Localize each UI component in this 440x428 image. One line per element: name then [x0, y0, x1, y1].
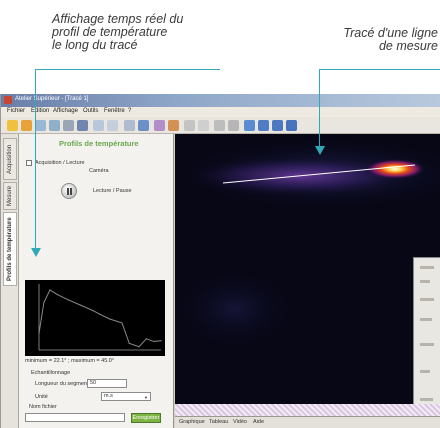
profile-point	[38, 332, 40, 335]
side-tab-strip: Acquisition Mesure Profils de températur…	[1, 134, 19, 428]
profile-point	[92, 309, 94, 311]
right-arrow-icon	[315, 146, 325, 155]
segment-length-input[interactable]: 50	[87, 379, 127, 388]
right-leader-vertical	[319, 69, 320, 147]
tab-graph[interactable]: Graphique	[179, 419, 205, 425]
app-icon	[4, 96, 12, 104]
profile-point	[56, 293, 58, 296]
min-max-readout: minimum = 22.1° ; maximum = 45.0°	[25, 358, 115, 364]
caption-line: de mesure	[378, 39, 438, 53]
right-leader-horizontal	[319, 69, 440, 70]
profile-point	[160, 340, 162, 342]
temperature-profile-panel: Acquisition Mesure Profils de températur…	[1, 134, 174, 428]
unit-select-value: m.s	[104, 393, 113, 399]
menu-tools[interactable]: Outils	[83, 108, 98, 114]
background-glow	[175, 269, 295, 349]
crosshair-icon[interactable]	[107, 120, 118, 131]
split-view-icon[interactable]	[286, 120, 297, 131]
sampling-heading: Echantillonnage	[31, 370, 71, 376]
left-arrow-icon	[31, 248, 41, 257]
profile-point	[128, 342, 130, 344]
temperature-profile-plot	[25, 280, 165, 356]
profile-series-line	[38, 289, 162, 348]
brush-icon[interactable]	[168, 120, 179, 131]
profile-point	[79, 304, 82, 306]
measure-icon[interactable]	[184, 120, 195, 131]
panel-title: Profils de température	[59, 139, 139, 148]
application-window: Atelier Supérieur - [Tracé 1] Fichier Ed…	[0, 94, 440, 428]
acquisition-checkbox[interactable]	[26, 160, 32, 166]
secondary-dialog[interactable]	[413, 257, 440, 421]
camera-label: Caméra	[89, 168, 109, 174]
line-tool-icon[interactable]	[198, 120, 209, 131]
layout-icon[interactable]	[272, 120, 283, 131]
tab-help[interactable]: Aide	[253, 419, 264, 425]
profile-point	[67, 299, 69, 301]
thermal-image-view[interactable]	[175, 134, 440, 404]
tab-table[interactable]: Tableau	[209, 419, 228, 425]
settings-icon[interactable]	[21, 120, 32, 131]
profile-point	[145, 338, 147, 340]
toolbar	[1, 117, 440, 134]
tab-temperature-profiles[interactable]: Profils de température	[3, 212, 17, 286]
profile-point	[121, 322, 123, 324]
title-bar: Atelier Supérieur - [Tracé 1]	[1, 94, 440, 107]
caption-realtime-profile: Affichage temps réel du profil de tempér…	[52, 13, 252, 52]
profile-point	[109, 318, 111, 320]
play-pause-label: Lecture / Pause	[93, 188, 132, 194]
monitor-icon[interactable]	[244, 120, 255, 131]
menu-view[interactable]: Affichage	[53, 108, 78, 114]
rotate-icon[interactable]	[214, 120, 225, 131]
palette-icon[interactable]	[154, 120, 165, 131]
profile-point	[43, 301, 45, 304]
select-icon[interactable]	[138, 120, 149, 131]
window-icon[interactable]	[258, 120, 269, 131]
profile-point	[99, 313, 101, 315]
thermal-image-svg	[175, 134, 440, 404]
menu-help[interactable]: ?	[128, 108, 131, 114]
caption-measure-line: Tracé d'une ligne de mesure	[278, 27, 438, 53]
menu-edit[interactable]: Edition	[31, 108, 49, 114]
caption-line: le long du tracé	[52, 38, 138, 52]
open-folder-icon[interactable]	[7, 120, 18, 131]
acquisition-label: Acquisition / Lecture	[35, 160, 85, 166]
play-pause-button[interactable]	[61, 183, 77, 199]
tab-acquisition[interactable]: Acquisition	[3, 138, 17, 180]
save-icon[interactable]	[35, 120, 46, 131]
unit-label: Unité	[35, 394, 48, 400]
zoom-fit-icon[interactable]	[124, 120, 135, 131]
tab-measure[interactable]: Mesure	[3, 182, 17, 210]
save-button[interactable]: Enregistrer	[131, 413, 161, 423]
status-area	[175, 404, 440, 416]
record-icon[interactable]	[63, 120, 74, 131]
left-leader-vertical	[35, 69, 36, 249]
camera-icon[interactable]	[49, 120, 60, 131]
menu-file[interactable]: Fichier	[7, 108, 25, 114]
image-icon[interactable]	[77, 120, 88, 131]
unit-select[interactable]: m.s	[101, 392, 151, 401]
refresh-icon[interactable]	[228, 120, 239, 131]
bottom-tab-strip: Graphique Tableau Vidéo Aide	[175, 416, 440, 428]
filename-label: Nom fichier	[29, 404, 57, 410]
grid-icon[interactable]	[93, 120, 104, 131]
segment-length-label: Longueur du segment	[35, 381, 89, 387]
tab-video[interactable]: Vidéo	[233, 419, 247, 425]
menu-bar: Fichier Edition Affichage Outils Fenêtre…	[1, 107, 440, 117]
profile-plot-svg	[38, 284, 162, 351]
filename-input[interactable]	[25, 413, 125, 422]
profile-point	[153, 340, 155, 343]
menu-window[interactable]: Fenêtre	[104, 108, 125, 114]
profile-point	[138, 346, 140, 348]
profile-point	[49, 289, 51, 291]
window-title: Atelier Supérieur - [Tracé 1]	[15, 96, 89, 102]
left-leader-horizontal	[35, 69, 220, 70]
